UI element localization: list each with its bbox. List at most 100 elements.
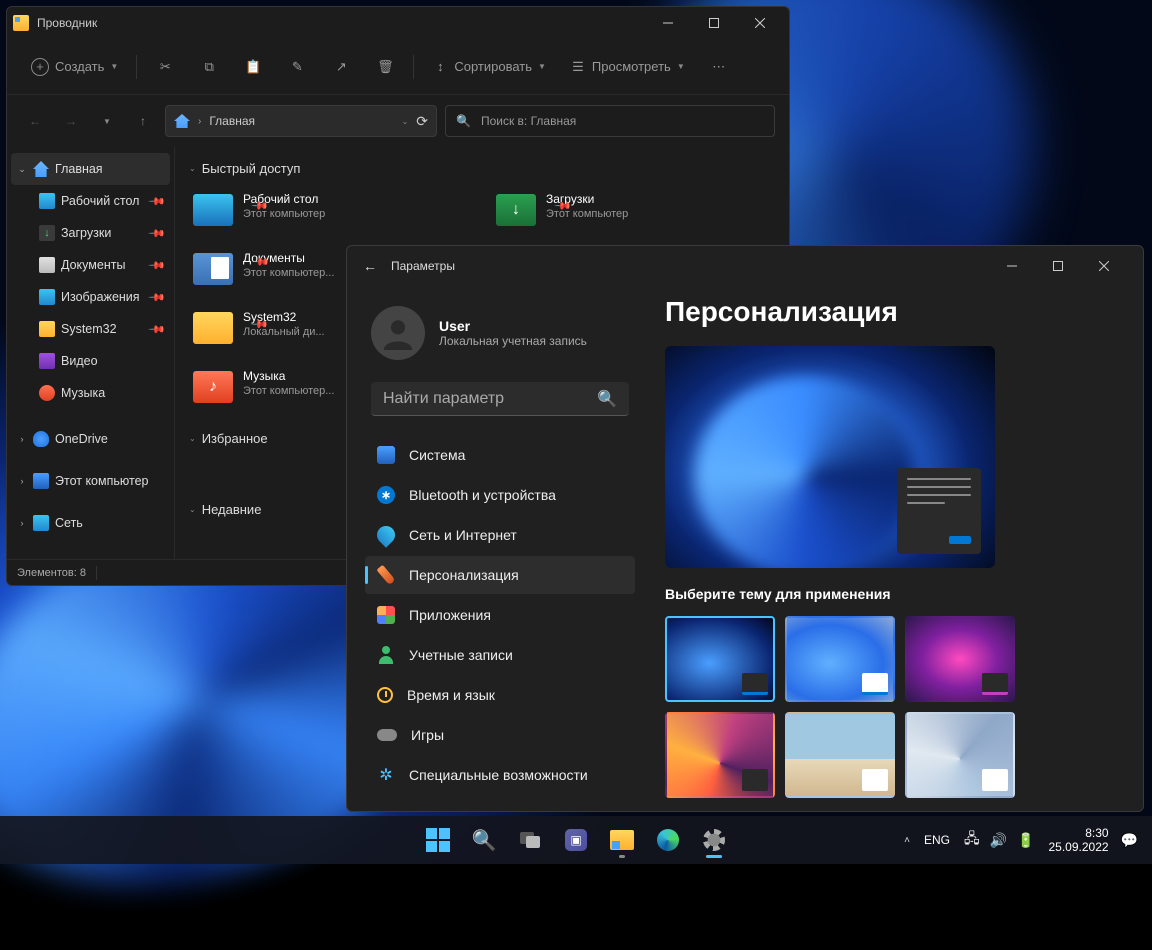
sidebar-item-thispc[interactable]: ›Этот компьютер	[11, 465, 170, 497]
forward-button[interactable]: →	[57, 107, 85, 135]
nav-system[interactable]: Система	[365, 436, 635, 474]
trash-icon: 🗑	[377, 59, 393, 75]
view-button[interactable]: ☰ Просмотреть ▼	[560, 49, 695, 85]
back-button[interactable]: ←	[363, 258, 377, 274]
search-icon: 🔍	[597, 389, 617, 409]
chevron-down-icon[interactable]: ⌄	[402, 117, 409, 126]
nav-time[interactable]: Время и язык	[365, 676, 635, 714]
sidebar-item-system32[interactable]: System32📌	[11, 313, 170, 345]
maximize-button[interactable]	[691, 7, 737, 39]
theme-option-1[interactable]	[665, 616, 775, 702]
theme-option-3[interactable]	[905, 616, 1015, 702]
sidebar-label: Рабочий стол	[61, 194, 139, 208]
tray-icons[interactable]: 🖧 🔊 🔋	[958, 828, 1041, 852]
section-label: Избранное	[202, 431, 268, 446]
theme-option-2[interactable]	[785, 616, 895, 702]
downloads-icon	[39, 225, 55, 241]
folder-item-desktop[interactable]: Рабочий столЭтот компьютер📌	[189, 188, 472, 241]
sidebar-item-network[interactable]: ›Сеть	[11, 507, 170, 539]
expand-icon[interactable]: ⌄	[17, 164, 27, 175]
nav-label: Время и язык	[407, 687, 495, 703]
theme-preview[interactable]	[665, 346, 995, 568]
nav-bluetooth[interactable]: ∗Bluetooth и устройства	[365, 476, 635, 514]
sidebar-item-pictures[interactable]: Изображения📌	[11, 281, 170, 313]
start-button[interactable]	[418, 820, 458, 860]
maximize-button[interactable]	[1035, 250, 1081, 282]
nav-accessibility[interactable]: ✲Специальные возможности	[365, 756, 635, 794]
up-button[interactable]: ↑	[129, 107, 157, 135]
sidebar-label: Документы	[61, 258, 125, 272]
taskbar-right: ˄ ENG 🖧 🔊 🔋 8:30 25.09.2022 💬	[898, 826, 1152, 855]
theme-option-6[interactable]	[905, 712, 1015, 798]
user-account[interactable]: User Локальная учетная запись	[365, 292, 635, 380]
folder-name: Музыка	[243, 369, 334, 383]
notifications-button[interactable]: 💬	[1117, 832, 1142, 849]
sort-button[interactable]: ↕ Сортировать ▼	[422, 49, 556, 85]
expand-icon[interactable]: ›	[17, 434, 27, 444]
taskbar-search[interactable]: 🔍	[464, 820, 504, 860]
explorer-titlebar[interactable]: Проводник	[7, 7, 789, 39]
theme-option-4[interactable]	[665, 712, 775, 798]
settings-window: ← Параметры User Локальная учетная запис…	[346, 245, 1144, 812]
share-button[interactable]: ↗	[321, 49, 361, 85]
nav-apps[interactable]: Приложения	[365, 596, 635, 634]
gaming-icon	[377, 729, 397, 741]
sidebar-item-downloads[interactable]: Загрузки📌	[11, 217, 170, 249]
minimize-button[interactable]	[645, 7, 691, 39]
address-bar[interactable]: › Главная ⌄ ⟳	[165, 105, 437, 137]
nav-network[interactable]: Сеть и Интернет	[365, 516, 635, 554]
nav-label: Приложения	[409, 607, 491, 623]
pin-icon: 📌	[148, 256, 167, 275]
user-subtitle: Локальная учетная запись	[439, 334, 587, 348]
nav-accounts[interactable]: Учетные записи	[365, 636, 635, 674]
copy-button[interactable]: ⧉	[189, 49, 229, 85]
search-placeholder: Найти параметр	[383, 390, 504, 408]
minimize-button[interactable]	[989, 250, 1035, 282]
rename-button[interactable]: ✎	[277, 49, 317, 85]
new-button[interactable]: + Создать ▼	[21, 49, 128, 85]
sidebar-item-videos[interactable]: Видео	[11, 345, 170, 377]
close-button[interactable]	[1081, 250, 1127, 282]
taskbar-settings[interactable]	[694, 820, 734, 860]
folder-item-downloads[interactable]: ЗагрузкиЭтот компьютер📌	[492, 188, 775, 241]
sidebar-item-music[interactable]: Музыка	[11, 377, 170, 409]
sidebar-item-desktop[interactable]: Рабочий стол📌	[11, 185, 170, 217]
expand-icon[interactable]: ›	[17, 476, 27, 486]
explorer-search[interactable]: 🔍 Поиск в: Главная	[445, 105, 775, 137]
view-label: Просмотреть	[592, 59, 671, 74]
tray-chevron[interactable]: ˄	[898, 829, 916, 852]
tray-clock[interactable]: 8:30 25.09.2022	[1049, 826, 1109, 855]
toolbar-separator	[136, 55, 137, 79]
page-heading: Персонализация	[665, 296, 1119, 328]
refresh-button[interactable]: ⟳	[416, 113, 428, 130]
settings-search[interactable]: Найти параметр 🔍	[371, 382, 629, 416]
cut-button[interactable]: ✂	[145, 49, 185, 85]
close-button[interactable]	[737, 7, 783, 39]
preview-card	[897, 468, 981, 554]
delete-button[interactable]: 🗑	[365, 49, 405, 85]
copy-icon: ⧉	[201, 59, 217, 75]
nav-personalization[interactable]: Персонализация	[365, 556, 635, 594]
more-button[interactable]: ⋯	[699, 49, 739, 85]
tray-language[interactable]: ENG	[924, 833, 950, 847]
task-view-button[interactable]	[510, 820, 550, 860]
taskbar-explorer[interactable]	[602, 820, 642, 860]
paste-button[interactable]: 📋	[233, 49, 273, 85]
chat-button[interactable]: ▣	[556, 820, 596, 860]
taskbar-edge[interactable]	[648, 820, 688, 860]
recent-button[interactable]: ▼	[93, 107, 121, 135]
sidebar-label: Изображения	[61, 290, 140, 304]
explorer-nav-row: ← → ▼ ↑ › Главная ⌄ ⟳ 🔍 Поиск в: Главная	[7, 95, 789, 147]
chevron-down-icon: ▼	[538, 62, 546, 71]
rename-icon: ✎	[289, 59, 305, 75]
nav-gaming[interactable]: Игры	[365, 716, 635, 754]
theme-option-5[interactable]	[785, 712, 895, 798]
settings-titlebar[interactable]: ← Параметры	[347, 246, 1143, 286]
section-quick-access[interactable]: ⌄Быстрый доступ	[189, 161, 775, 176]
back-button[interactable]: ←	[21, 107, 49, 135]
expand-icon[interactable]: ›	[17, 518, 27, 528]
sidebar-item-documents[interactable]: Документы 📌	[11, 249, 170, 281]
folder-sub: Этот компьютер...	[243, 385, 334, 397]
sidebar-item-home[interactable]: ⌄ Главная	[11, 153, 170, 185]
sidebar-item-onedrive[interactable]: ›OneDrive	[11, 423, 170, 455]
